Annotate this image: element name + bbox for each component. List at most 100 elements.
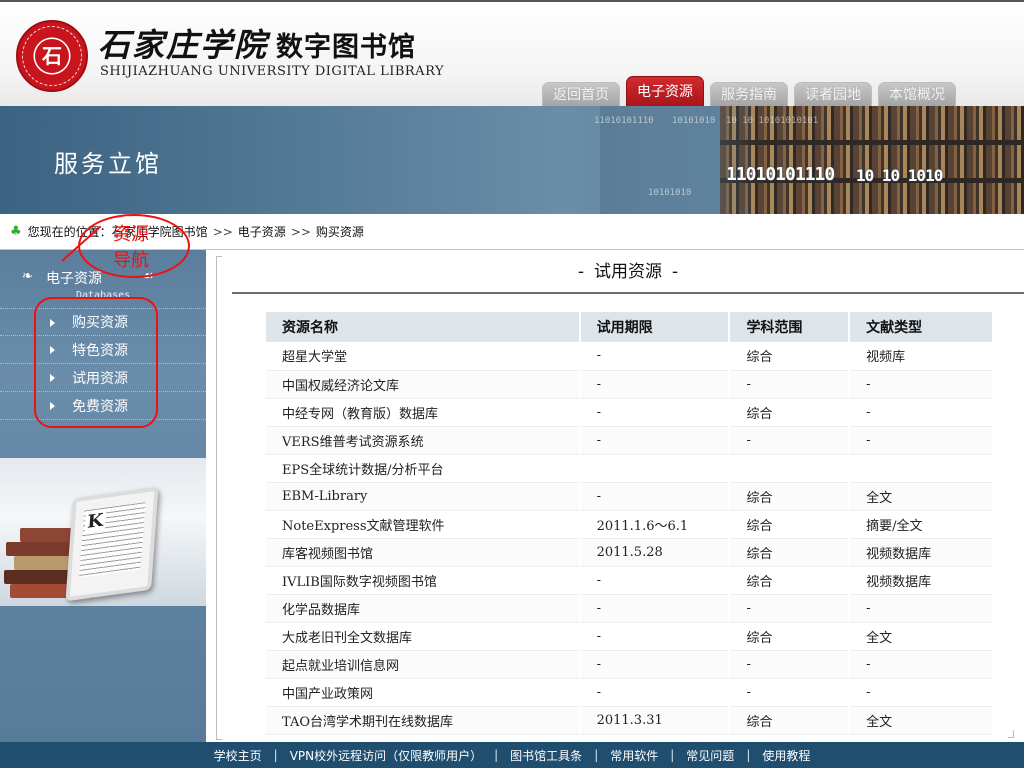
resource-name-cell[interactable]: TAO台湾学术期刊在线数据库 — [266, 706, 581, 735]
annotation-highlight-box — [34, 297, 158, 428]
subject-cell: 综合 — [729, 538, 851, 567]
table-row: 超星大学堂 - 综合 视频库 — [266, 342, 994, 371]
table-row: 中经专网（教育版）数据库 - 综合 - — [266, 398, 994, 427]
ereader-glyph: K — [84, 509, 107, 534]
column-header-type: 文献类型 — [849, 312, 994, 342]
books-illustration: K — [0, 458, 206, 606]
table-row: 起点就业培训信息网 - - - — [266, 650, 994, 679]
resource-name-cell[interactable]: 中国权威经济论文库 — [266, 370, 581, 399]
resource-name-cell[interactable]: 起点就业培训信息网 — [266, 650, 581, 679]
subject-cell: - — [729, 650, 851, 679]
main-content: - 试用资源 - 资源名称 试用期限 学科范围 文献类型 超星大学堂 - 综合 视频库 中国… — [206, 250, 1024, 742]
trial-period-cell: - — [579, 650, 731, 679]
table-row: 中国权威经济论文库 - - - — [266, 370, 994, 399]
table-row: 中国产业政策网 - - - — [266, 678, 994, 707]
title-dash: - — [672, 262, 679, 282]
main-nav: 返回首页 电子资源 服务指南 读者园地 本馆概况 — [542, 74, 962, 106]
trial-period-cell: - — [579, 398, 731, 427]
subject-cell: 综合 — [729, 706, 851, 735]
subject-cell — [729, 454, 851, 483]
doc-type-cell — [849, 454, 994, 483]
university-logo[interactable]: 石 — [16, 20, 88, 92]
footer-link-tutorial[interactable]: 使用教程 — [762, 747, 810, 764]
trial-period-cell — [579, 454, 731, 483]
footer-separator: | — [746, 748, 751, 762]
footer-link-school-home[interactable]: 学校主页 — [214, 747, 262, 764]
nav-tab-service-guide[interactable]: 服务指南 — [710, 82, 788, 106]
resource-name-cell[interactable]: 大成老旧刊全文数据库 — [266, 622, 581, 651]
footer-link-toolbar[interactable]: 图书馆工具条 — [510, 747, 582, 764]
trial-period-cell: 2011.1.6～6.1 — [579, 510, 731, 539]
table-row: EBM-Library - 综合 全文 — [266, 482, 994, 511]
site-header: 石 石家庄学院 数字图书馆 SHIJIAZHUANG UNIVERSITY DI… — [0, 0, 1024, 106]
trial-period-cell: 2011.3.31 — [579, 706, 731, 735]
subject-cell: 综合 — [729, 482, 851, 511]
resource-table-body: 超星大学堂 - 综合 视频库 中国权威经济论文库 - - - 中经专网（教育版）数据库 - 综合 - V… — [266, 342, 994, 735]
nav-tab-electronic-resources[interactable]: 电子资源 — [626, 76, 704, 106]
trial-period-cell: - — [579, 426, 731, 455]
section-title: - 试用资源 - — [232, 258, 1024, 294]
resource-name-cell[interactable]: VERS维普考试资源系统 — [266, 426, 581, 455]
subject-cell: - — [729, 594, 851, 623]
column-header-period: 试用期限 — [579, 312, 731, 342]
banner: 11010101110 10101010 10 10 10101010101 1… — [0, 106, 1024, 214]
resource-name-cell[interactable]: 库客视频图书馆 — [266, 538, 581, 567]
resource-name-cell[interactable]: 中国产业政策网 — [266, 678, 581, 707]
resource-table: 资源名称 试用期限 学科范围 文献类型 超星大学堂 - 综合 视频库 中国权威经济论文库… — [266, 312, 994, 735]
resource-name-cell[interactable]: 化学品数据库 — [266, 594, 581, 623]
resource-name-cell[interactable]: 中经专网（教育版）数据库 — [266, 398, 581, 427]
nav-tab-about-library[interactable]: 本馆概况 — [878, 82, 956, 106]
title-dash: - — [577, 262, 584, 282]
footer-link-faq[interactable]: 常见问题 — [686, 747, 734, 764]
breadcrumb-item-purchased-resources[interactable]: 购买资源 — [316, 223, 364, 240]
content-frame — [216, 256, 222, 740]
binary-text: 10101010 — [648, 188, 692, 198]
nav-tab-reader-garden[interactable]: 读者园地 — [794, 82, 872, 106]
nav-tab-home[interactable]: 返回首页 — [542, 82, 620, 106]
trial-period-cell: 2011.5.28 — [579, 538, 731, 567]
binary-text: 10101010 — [672, 116, 716, 126]
table-row: EPS全球统计数据/分析平台 — [266, 454, 994, 483]
doc-type-cell: - — [849, 678, 994, 707]
binary-text: 11010101110 — [594, 116, 654, 126]
footer-link-software[interactable]: 常用软件 — [610, 747, 658, 764]
doc-type-cell: 全文 — [849, 622, 994, 651]
doc-type-cell: 视频库 — [849, 342, 994, 371]
doc-type-cell: - — [849, 398, 994, 427]
breadcrumb-separator: >> — [212, 224, 233, 239]
trial-period-cell: - — [579, 482, 731, 511]
resource-name-cell[interactable]: EPS全球统计数据/分析平台 — [266, 454, 581, 483]
subject-cell: 综合 — [729, 510, 851, 539]
doc-type-cell: - — [849, 426, 994, 455]
column-header-name: 资源名称 — [266, 312, 581, 342]
resource-name-cell[interactable]: IVLIB国际数字视频图书馆 — [266, 566, 581, 595]
footer-separator: | — [273, 748, 278, 762]
subject-cell: 综合 — [729, 622, 851, 651]
trial-period-cell: - — [579, 370, 731, 399]
trial-period-cell: - — [579, 594, 731, 623]
site-footer: 学校主页 | VPN校外远程访问（仅限教师用户） | 图书馆工具条 | 常用软件… — [0, 742, 1024, 768]
table-row: TAO台湾学术期刊在线数据库 2011.3.31 综合 全文 — [266, 706, 994, 735]
column-header-subject: 学科范围 — [729, 312, 851, 342]
binary-text-large: 10 10 1010 — [856, 166, 943, 185]
table-header-row: 资源名称 试用期限 学科范围 文献类型 — [266, 312, 994, 342]
ornament-icon: ❧ — [22, 269, 33, 284]
subject-cell: 综合 — [729, 566, 851, 595]
resource-name-cell[interactable]: NoteExpress文献管理软件 — [266, 510, 581, 539]
binary-text: 10 10 10101010101 — [726, 116, 819, 126]
library-title-university: 石家庄学院 — [98, 26, 269, 64]
binary-text-large: 11010101110 — [726, 164, 835, 185]
subject-cell: - — [729, 370, 851, 399]
banner-title: 服务立馆 — [54, 150, 162, 178]
resource-name-cell[interactable]: 超星大学堂 — [266, 342, 581, 371]
table-row: 库客视频图书馆 2011.5.28 综合 视频数据库 — [266, 538, 994, 567]
footer-separator: | — [494, 748, 499, 762]
sidebar-title: 电子资源 — [46, 271, 102, 287]
breadcrumb-item-electronic-resources[interactable]: 电子资源 — [238, 223, 286, 240]
resource-name-cell[interactable]: EBM-Library — [266, 482, 581, 511]
ereader-image: K — [65, 486, 159, 602]
trial-period-cell: - — [579, 622, 731, 651]
library-title: 石家庄学院 数字图书馆 — [98, 20, 416, 64]
table-row: IVLIB国际数字视频图书馆 - 综合 视频数据库 — [266, 566, 994, 595]
footer-link-vpn[interactable]: VPN校外远程访问（仅限教师用户） — [290, 747, 482, 764]
